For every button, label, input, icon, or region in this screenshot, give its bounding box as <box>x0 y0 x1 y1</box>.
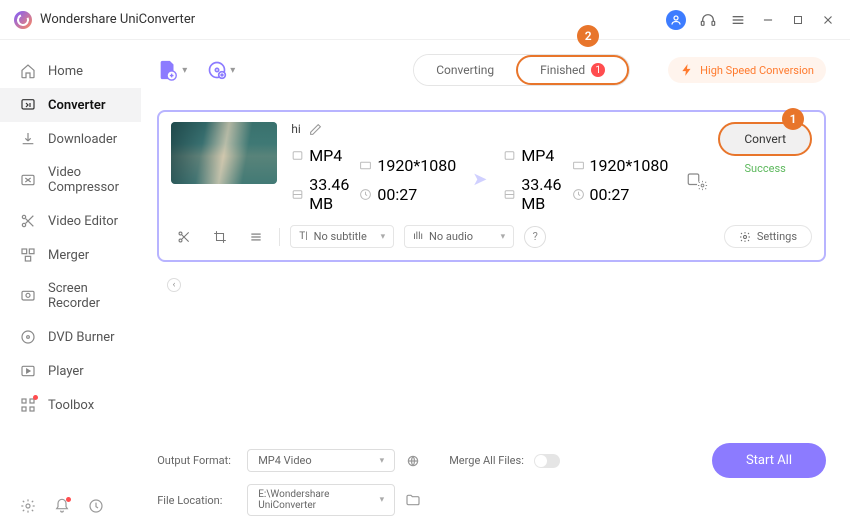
sidebar-footer <box>0 484 141 528</box>
merge-toggle[interactable] <box>534 454 560 468</box>
duration-icon <box>572 188 585 201</box>
close-button[interactable] <box>820 12 836 28</box>
download-icon <box>20 131 36 147</box>
sidebar-item-recorder[interactable]: Screen Recorder <box>0 272 141 320</box>
size-icon <box>503 188 516 201</box>
sidebar-item-label: Home <box>48 64 83 79</box>
duration-icon <box>359 188 372 201</box>
minimize-button[interactable] <box>760 12 776 28</box>
trim-icon[interactable] <box>171 226 197 248</box>
sidebar-item-home[interactable]: Home <box>0 54 141 88</box>
sidebar-item-label: Player <box>48 364 84 379</box>
tab-finished[interactable]: Finished1 <box>516 55 629 85</box>
output-format-label: Output Format: <box>157 454 237 467</box>
sidebar-item-toolbox[interactable]: Toolbox <box>0 388 141 422</box>
format-icon <box>291 149 304 162</box>
start-all-button[interactable]: Start All <box>712 443 826 478</box>
callout-1: 1 <box>782 108 804 130</box>
dst-size: 33.46 MB <box>521 175 561 213</box>
video-thumbnail[interactable] <box>171 122 277 184</box>
subtitle-select[interactable]: T|No subtitle▾ <box>290 225 394 248</box>
callout-2: 2 <box>577 25 599 47</box>
sidebar-item-label: Video Editor <box>48 214 118 229</box>
status-text: Success <box>745 162 786 175</box>
titlebar: Wondershare UniConverter <box>0 0 850 40</box>
tab-converting[interactable]: Converting <box>414 55 516 85</box>
crop-icon[interactable] <box>207 226 233 248</box>
sidebar-item-label: Converter <box>48 98 106 113</box>
src-resolution: 1920*1080 <box>377 156 456 175</box>
app-title: Wondershare UniConverter <box>40 12 195 27</box>
add-file-button[interactable]: ▾ <box>157 59 187 81</box>
sidebar-item-compressor[interactable]: Video Compressor <box>0 156 141 204</box>
output-preview-icon[interactable] <box>405 453 421 469</box>
sidebar-item-label: Video Compressor <box>48 165 121 195</box>
sidebar-collapse-button[interactable]: ‹ <box>167 278 181 292</box>
audio-select[interactable]: ıllıNo audio▾ <box>404 225 514 248</box>
user-avatar-icon[interactable] <box>666 10 686 30</box>
size-icon <box>291 188 304 201</box>
src-duration: 00:27 <box>377 185 417 204</box>
compress-icon <box>20 172 36 188</box>
output-settings-icon[interactable] <box>686 171 704 189</box>
more-icon[interactable] <box>243 226 269 248</box>
src-format: MP4 <box>309 146 342 165</box>
dst-resolution: 1920*1080 <box>590 156 669 175</box>
notification-icon[interactable] <box>54 498 70 514</box>
dst-duration: 00:27 <box>590 185 630 204</box>
resolution-icon <box>572 159 585 172</box>
maximize-button[interactable] <box>790 12 806 28</box>
merge-label: Merge All Files: <box>449 454 524 467</box>
edit-name-icon[interactable] <box>309 123 322 136</box>
scissors-icon <box>20 213 36 229</box>
menu-icon[interactable] <box>730 12 746 28</box>
sidebar-item-converter[interactable]: Converter <box>0 88 141 122</box>
resolution-icon <box>359 159 372 172</box>
convert-icon <box>20 97 36 113</box>
sidebar-item-label: Screen Recorder <box>48 281 121 311</box>
open-folder-icon[interactable] <box>405 492 421 508</box>
help-icon[interactable]: ? <box>524 226 546 248</box>
src-size: 33.46 MB <box>309 175 349 213</box>
format-icon <box>503 149 516 162</box>
sidebar-item-label: Merger <box>48 248 89 263</box>
sidebar-item-dvd[interactable]: DVD Burner <box>0 320 141 354</box>
footer: Output Format: MP4 Video▾ Merge All File… <box>157 443 826 516</box>
dst-format: MP4 <box>521 146 554 165</box>
output-format-select[interactable]: MP4 Video▾ <box>247 449 395 472</box>
feedback-icon[interactable] <box>88 498 104 514</box>
sidebar-item-label: DVD Burner <box>48 330 115 345</box>
home-icon <box>20 63 36 79</box>
status-tabs: Converting Finished1 2 <box>413 54 630 86</box>
arrow-icon: ➤ <box>472 169 487 190</box>
finished-count-badge: 1 <box>591 63 605 77</box>
play-icon <box>20 363 36 379</box>
add-dvd-button[interactable]: ▾ <box>207 60 235 80</box>
headset-icon[interactable] <box>700 12 716 28</box>
card-settings-button[interactable]: Settings <box>724 225 812 248</box>
merge-icon <box>20 247 36 263</box>
app-logo <box>14 11 32 29</box>
location-label: File Location: <box>157 494 237 507</box>
sidebar-item-label: Downloader <box>48 132 117 147</box>
location-select[interactable]: E:\Wondershare UniConverter▾ <box>247 484 395 516</box>
grid-icon <box>20 397 36 413</box>
high-speed-conversion-button[interactable]: High Speed Conversion <box>668 57 826 83</box>
sidebar-item-editor[interactable]: Video Editor <box>0 204 141 238</box>
file-name: hi <box>291 122 301 136</box>
disc-icon <box>20 329 36 345</box>
sidebar: Home Converter Downloader Video Compress… <box>0 40 141 528</box>
main-panel: ▾ ▾ Converting Finished1 2 High Speed Co… <box>141 40 850 528</box>
sidebar-item-label: Toolbox <box>48 398 94 413</box>
file-card: hi MP4 33.46 MB 1920*1080 00:27 ➤ <box>157 110 826 262</box>
sidebar-item-merger[interactable]: Merger <box>0 238 141 272</box>
sidebar-item-player[interactable]: Player <box>0 354 141 388</box>
sidebar-item-downloader[interactable]: Downloader <box>0 122 141 156</box>
toolbar: ▾ ▾ Converting Finished1 2 High Speed Co… <box>157 52 826 88</box>
settings-icon[interactable] <box>20 498 36 514</box>
record-icon <box>20 288 36 304</box>
